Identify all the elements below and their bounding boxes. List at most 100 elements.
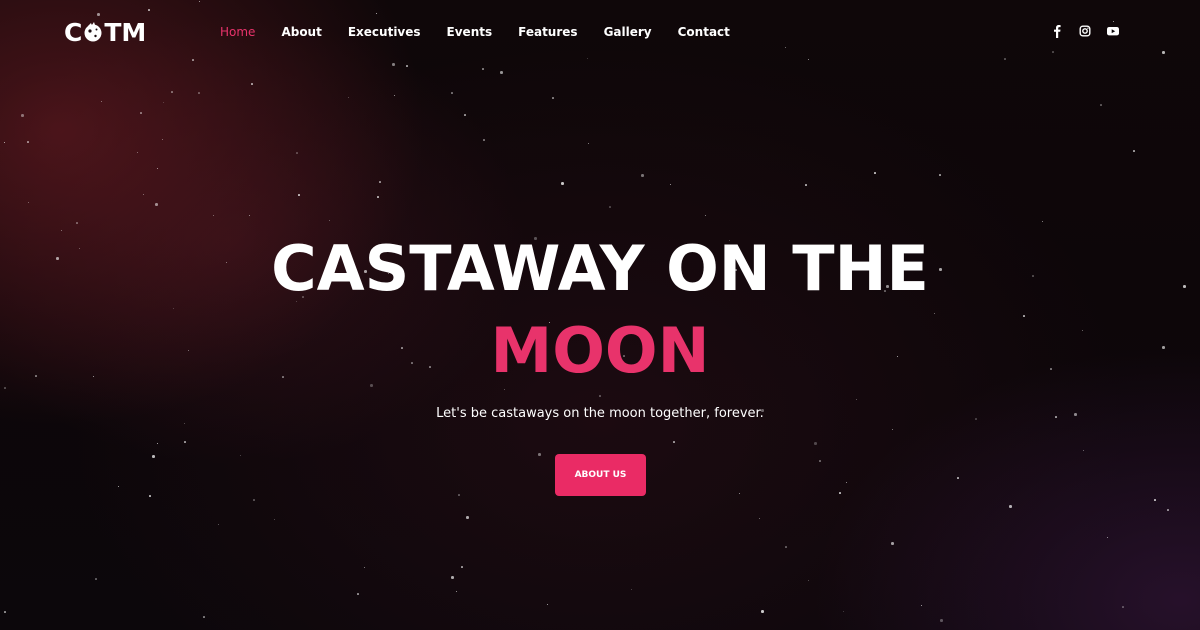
star <box>4 142 6 144</box>
star <box>376 13 378 15</box>
star <box>759 518 761 520</box>
star <box>819 460 821 462</box>
star <box>379 181 381 183</box>
star <box>1113 21 1115 23</box>
star <box>251 83 253 85</box>
star <box>464 114 466 116</box>
logo-text-right: TM <box>104 17 147 47</box>
star <box>253 499 255 501</box>
star <box>148 9 150 11</box>
star <box>28 202 30 204</box>
star <box>739 493 741 495</box>
star <box>95 578 97 580</box>
hero-title: CASTAWAY ON THE MOON <box>0 228 1200 392</box>
star <box>939 174 941 176</box>
star <box>163 102 165 104</box>
star <box>101 101 103 103</box>
star <box>856 399 858 401</box>
star <box>458 494 460 496</box>
star <box>329 220 331 222</box>
star <box>249 215 251 217</box>
star <box>1133 150 1135 152</box>
star <box>451 576 454 579</box>
star <box>27 141 29 143</box>
star <box>808 580 810 582</box>
star <box>891 542 894 545</box>
instagram-icon[interactable] <box>1078 23 1092 39</box>
nav-item-gallery[interactable]: Gallery <box>604 25 652 39</box>
star <box>892 429 894 431</box>
star <box>152 455 155 458</box>
star <box>4 611 6 613</box>
star <box>1162 51 1165 54</box>
star <box>296 152 298 154</box>
nav-item-about[interactable]: About <box>281 25 321 39</box>
nav-item-contact[interactable]: Contact <box>678 25 730 39</box>
star <box>761 610 764 613</box>
star <box>199 1 201 3</box>
star <box>705 215 707 217</box>
star <box>538 453 541 456</box>
nav-item-events[interactable]: Events <box>447 25 493 39</box>
star <box>921 605 923 607</box>
star <box>843 611 845 613</box>
star <box>198 92 200 94</box>
star <box>1042 221 1044 223</box>
star <box>814 442 817 445</box>
star <box>218 524 220 526</box>
star <box>940 619 943 622</box>
nav-item-executives[interactable]: Executives <box>348 25 421 39</box>
nav-item-features[interactable]: Features <box>518 25 577 39</box>
star <box>1154 499 1156 501</box>
star <box>392 63 395 66</box>
star <box>785 47 787 49</box>
star <box>874 172 876 174</box>
star <box>348 97 350 99</box>
nav-item-home[interactable]: Home <box>220 25 255 39</box>
star <box>203 616 205 618</box>
star <box>456 591 458 593</box>
moon-astronaut-icon <box>83 22 103 42</box>
star <box>162 139 164 141</box>
site-logo[interactable]: C TM <box>64 14 150 50</box>
star <box>599 395 601 397</box>
star <box>1052 51 1054 53</box>
star <box>1100 104 1102 106</box>
star <box>149 495 151 497</box>
star <box>609 206 611 208</box>
social-links <box>1036 23 1120 39</box>
star <box>155 203 158 206</box>
star <box>839 492 841 494</box>
star <box>298 194 300 196</box>
star <box>482 68 484 70</box>
facebook-icon[interactable] <box>1050 23 1064 39</box>
star <box>1009 505 1012 508</box>
star <box>552 97 554 99</box>
star <box>587 58 589 60</box>
star <box>957 477 959 479</box>
star <box>805 184 807 186</box>
star <box>547 604 549 606</box>
star <box>213 215 215 217</box>
hero-title-line1: CASTAWAY ON THE <box>271 232 929 305</box>
star <box>461 566 463 568</box>
star <box>184 441 186 443</box>
star <box>641 174 644 177</box>
star <box>394 95 396 97</box>
star <box>137 152 139 154</box>
star <box>192 59 194 61</box>
star <box>785 546 787 548</box>
star <box>357 593 359 595</box>
star <box>157 443 159 445</box>
star <box>588 143 590 145</box>
star <box>377 196 379 198</box>
hero-title-accent: MOON <box>490 314 710 387</box>
star <box>451 92 453 94</box>
about-us-button[interactable]: ABOUT US <box>555 454 646 496</box>
star <box>157 168 159 170</box>
star <box>808 59 810 61</box>
youtube-icon[interactable] <box>1106 23 1120 39</box>
star <box>483 139 485 141</box>
star <box>274 519 276 521</box>
star <box>1122 606 1124 608</box>
